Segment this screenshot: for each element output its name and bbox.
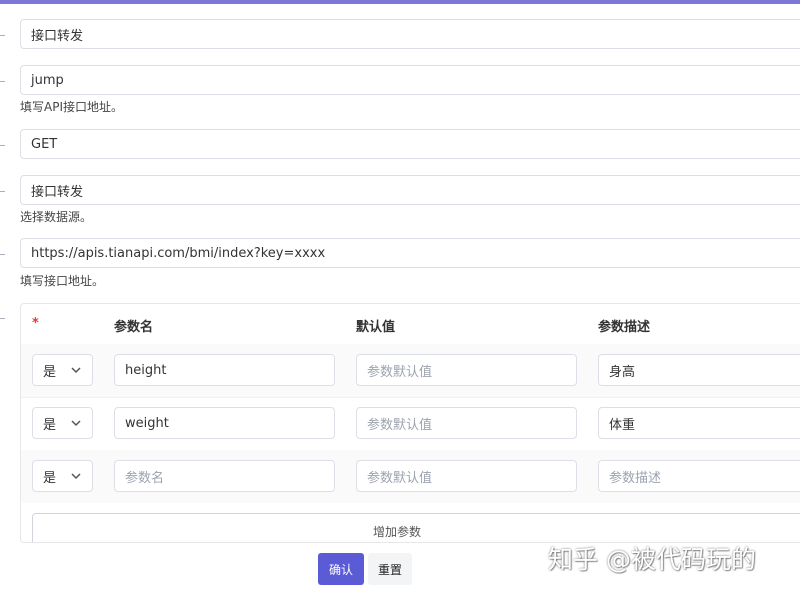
data-source-hint: 选择数据源。 [20,210,93,224]
param-name-value: weight [125,415,169,431]
required-select-value: 是 [43,364,57,380]
required-select[interactable]: 是 [32,407,93,439]
api-name-input[interactable]: 接口转发 [20,19,800,49]
required-select[interactable]: 是 [32,460,93,492]
param-name-placeholder: 参数名 [125,470,165,486]
param-desc-header: 参数描述 [598,320,651,335]
api-path-hint: 填写API接口地址。 [20,100,123,114]
chevron-down-icon [71,473,81,480]
default-value-input[interactable]: 参数默认值 [356,354,577,386]
label-edge-mark [0,254,5,255]
param-name-value: height [125,362,167,378]
add-param-button[interactable]: 增加参数 [32,513,800,542]
required-select-value: 是 [43,417,57,433]
table-row: 是 参数名 参数默认值 参数描述 [21,450,800,503]
request-method-value: GET [31,136,58,152]
api-path-value: jump [31,72,64,88]
default-value-header: 默认值 [356,320,396,335]
param-desc-input[interactable]: 参数描述 [598,460,800,492]
param-name-header: 参数名 [114,320,154,335]
param-name-input[interactable]: weight [114,407,335,439]
api-url-input[interactable]: https://apis.tianapi.com/bmi/index?key=x… [20,238,800,268]
param-desc-value: 体重 [609,417,636,433]
params-table: * 参数名 默认值 参数描述 是 height 参数默认值 身高 是 weigh… [20,303,800,543]
default-value-placeholder: 参数默认值 [367,470,433,486]
param-name-input[interactable]: height [114,354,335,386]
api-url-value: https://apis.tianapi.com/bmi/index?key=x… [31,245,326,261]
table-row: 是 height 参数默认值 身高 [21,344,800,397]
default-value-input[interactable]: 参数默认值 [356,407,577,439]
param-desc-placeholder: 参数描述 [609,470,662,486]
confirm-label: 确认 [328,562,353,577]
add-param-label: 增加参数 [372,524,421,539]
label-edge-mark [0,191,5,192]
reset-label: 重置 [377,562,402,577]
label-edge-mark [0,318,5,319]
table-row: 是 weight 参数默认值 体重 [21,397,800,450]
top-accent-bar [0,0,800,4]
param-name-input[interactable]: 参数名 [114,460,335,492]
request-method-select[interactable]: GET [20,129,800,159]
param-desc-input[interactable]: 身高 [598,354,800,386]
label-edge-mark [0,81,5,82]
watermark-text: 知乎 @被代码玩的 [548,545,756,574]
api-path-input[interactable]: jump [20,65,800,95]
required-select-value: 是 [43,470,57,486]
label-edge-mark [0,145,5,146]
chevron-down-icon [71,420,81,427]
params-table-header: * 参数名 默认值 参数描述 [21,304,800,344]
default-value-input[interactable]: 参数默认值 [356,460,577,492]
default-value-placeholder: 参数默认值 [367,364,433,380]
api-url-hint: 填写接口地址。 [20,274,105,288]
label-edge-mark [0,35,5,36]
param-desc-input[interactable]: 体重 [598,407,800,439]
confirm-button[interactable]: 确认 [318,553,364,585]
chevron-down-icon [71,367,81,374]
reset-button[interactable]: 重置 [368,553,412,585]
data-source-select[interactable]: 接口转发 [20,175,800,205]
data-source-value: 接口转发 [31,184,84,200]
required-select[interactable]: 是 [32,354,93,386]
param-desc-value: 身高 [609,364,636,380]
default-value-placeholder: 参数默认值 [367,417,433,433]
required-column-marker: * [32,316,39,331]
api-name-value: 接口转发 [31,28,84,44]
